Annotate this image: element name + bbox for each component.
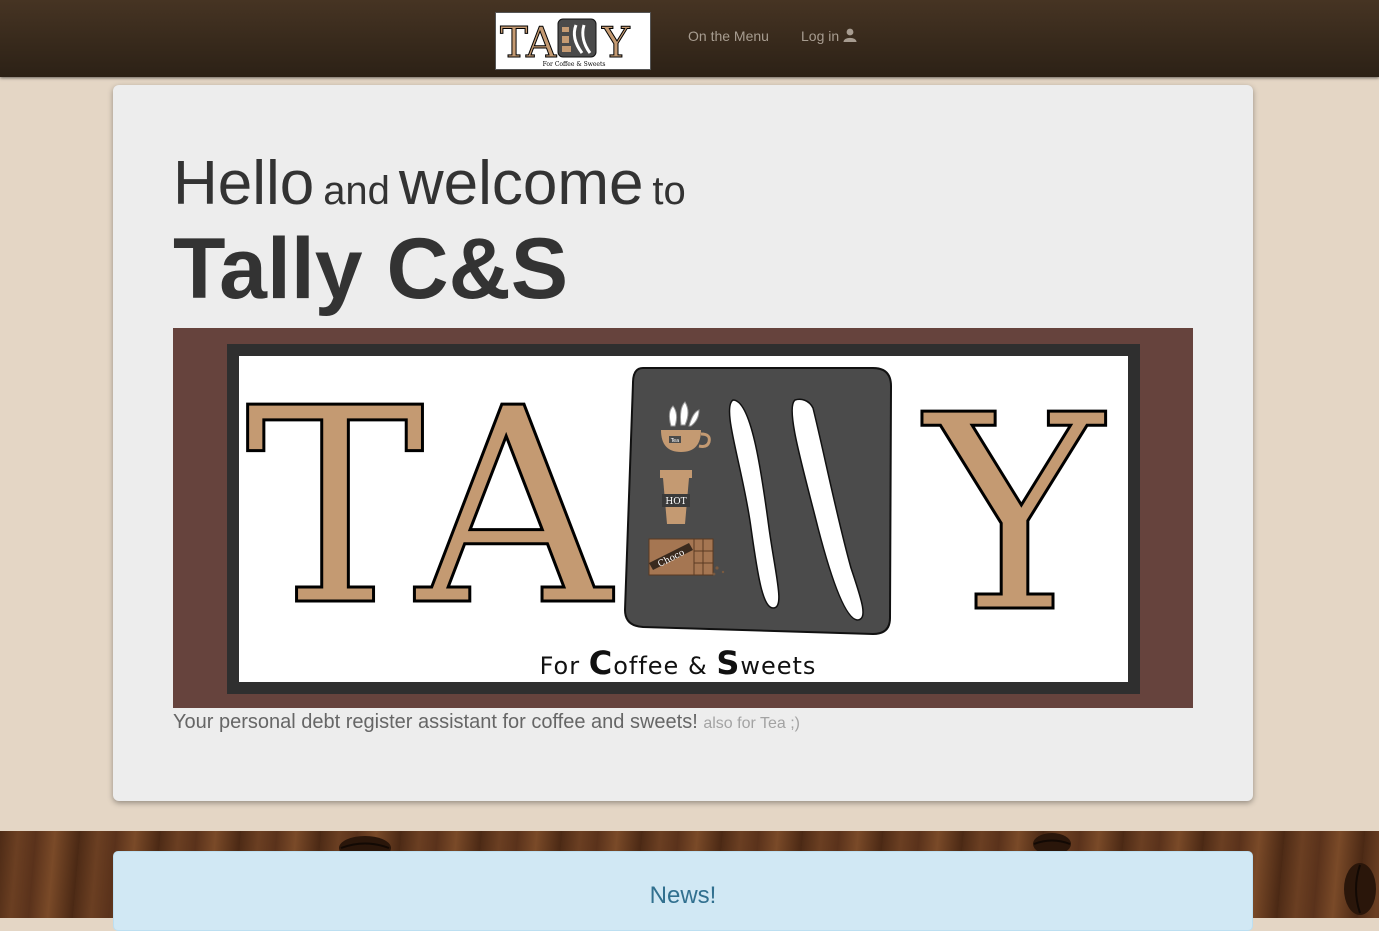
- news-panel: News!: [113, 851, 1253, 931]
- logo-letter-t: T: [245, 350, 426, 665]
- tea-label: Tea: [670, 438, 679, 444]
- user-icon: [843, 28, 857, 42]
- brand-letter-t: T: [500, 18, 528, 67]
- welcome-heading: Hello and welcome to: [173, 153, 686, 215]
- logo-letter-a: A: [412, 350, 615, 665]
- tagline: Your personal debt register assistant fo…: [173, 711, 800, 734]
- brand-letter-a: A: [525, 18, 557, 67]
- brand-logo-link[interactable]: T A Y For Coffee & Sweets: [495, 12, 651, 70]
- greeting-hello: Hello: [173, 149, 315, 218]
- brand-logo-image: T A Y For Coffee & Sweets: [500, 18, 632, 69]
- welcome-jumbotron: Hello and welcome to Tally C&S T A Tea H…: [113, 85, 1253, 801]
- brand-subtitle: For Coffee & Sweets: [543, 61, 606, 68]
- greeting-and: and: [323, 169, 390, 213]
- coffee-bean-icon: [1344, 863, 1376, 915]
- nav-on-the-menu[interactable]: On the Menu: [688, 28, 769, 44]
- site-name: Tally C&S: [173, 221, 569, 317]
- nav-login-label: Log in: [801, 28, 840, 44]
- tally-logo-image: T A Tea HOT Choco Y For Coffee & Sweets: [227, 344, 1140, 694]
- greeting-welcome: welcome: [398, 149, 644, 218]
- navbar: T A Y For Coffee & Sweets On the Menu Lo…: [0, 0, 1379, 77]
- tally-logo-banner: T A Tea HOT Choco Y For Coffee & Sweets: [173, 328, 1193, 708]
- greeting-to: to: [652, 169, 686, 213]
- news-title: News!: [649, 882, 717, 909]
- nav-login[interactable]: Log in: [801, 28, 857, 44]
- hot-label: HOT: [665, 497, 686, 507]
- logo-letter-y: Y: [921, 357, 1107, 672]
- tagline-main: Your personal debt register assistant fo…: [173, 711, 698, 733]
- tagline-muted: also for Tea ;): [703, 715, 800, 732]
- brand-letter-y: Y: [601, 18, 631, 67]
- chocolate-bar-icon: Choco: [648, 538, 725, 576]
